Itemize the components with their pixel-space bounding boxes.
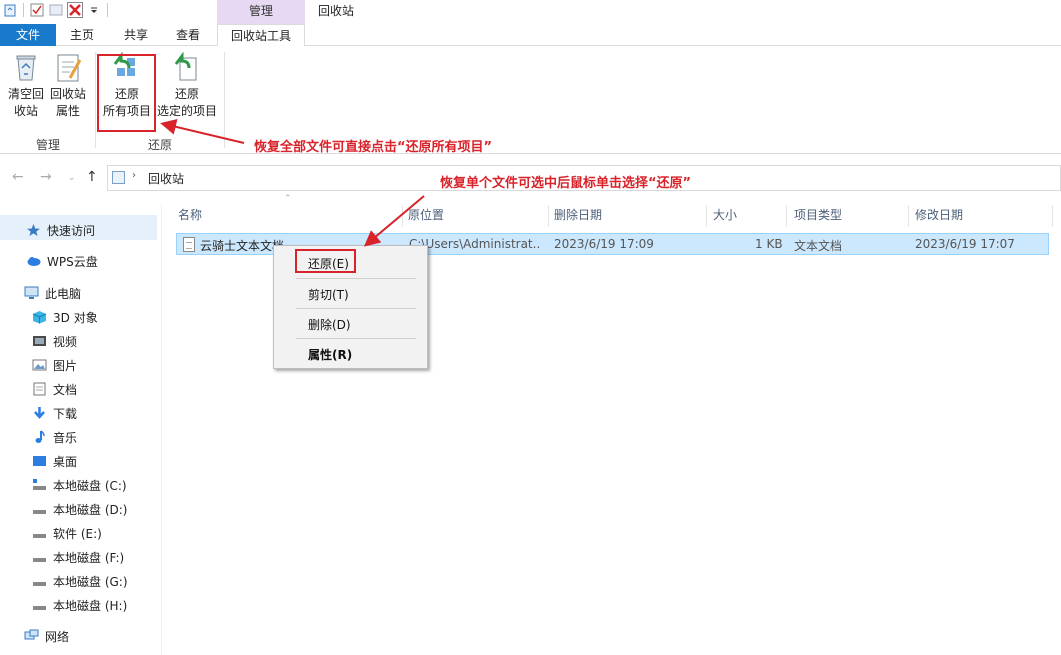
- arrow-to-restore-all: [160, 118, 245, 144]
- annotation-restore-single: 恢复单个文件可选中后鼠标单击选择“还原”: [440, 176, 692, 191]
- arrow-to-restore-menu: [363, 195, 425, 247]
- annotation-restore-all: 恢复全部文件可直接点击“还原所有项目”: [254, 140, 493, 155]
- annotation-arrows: [160, 118, 425, 247]
